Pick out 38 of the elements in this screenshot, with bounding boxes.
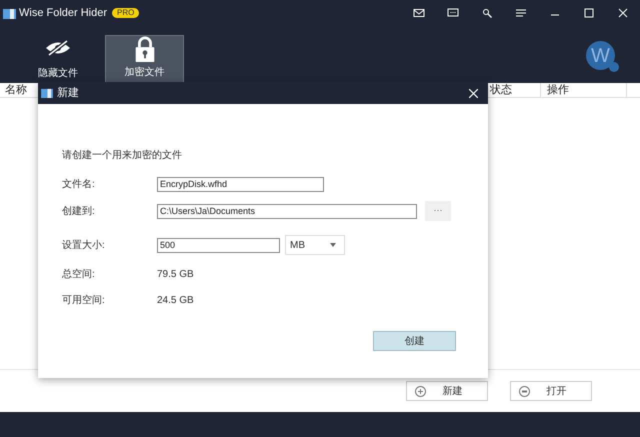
info-label: 可用空间: <box>62 294 106 308</box>
column-header[interactable]: 状态 <box>490 83 512 97</box>
chat-icon[interactable] <box>447 7 459 19</box>
column-header[interactable]: 名称 <box>5 83 27 97</box>
field-label: 创建到: <box>62 204 96 218</box>
button[interactable]: 新建 <box>406 381 488 401</box>
field-label: 文件名: <box>62 178 96 192</box>
close-icon[interactable] <box>617 7 629 19</box>
mail-icon[interactable] <box>413 7 425 19</box>
folder-icon <box>3 8 16 18</box>
folder-icon <box>41 88 53 98</box>
browse-button[interactable]: ··· <box>425 201 451 221</box>
caret-icon <box>330 243 336 247</box>
minus-circle-icon <box>519 386 530 396</box>
field-label: 设置大小: <box>62 238 106 252</box>
padlock-icon <box>132 36 156 62</box>
pro-badge: PRO <box>112 8 140 18</box>
tab[interactable]: 隐藏文件 <box>26 35 90 83</box>
unit-value: MB <box>290 238 305 252</box>
plus-icon <box>415 386 426 396</box>
maximize-icon[interactable] <box>583 7 595 19</box>
info-value: 79.5 GB <box>157 268 194 282</box>
file-name-field[interactable]: EncrypDisk.wfhd <box>157 176 324 192</box>
tab[interactable]: 加密文件 <box>105 35 184 83</box>
location-field[interactable]: C:\Users\Ja\Documents <box>157 204 417 218</box>
create-button[interactable]: 创建 <box>373 331 456 351</box>
menu-icon[interactable] <box>515 7 527 19</box>
button[interactable]: 打开 <box>510 381 592 401</box>
close-icon[interactable] <box>469 88 478 98</box>
window-title: Wise Folder Hider <box>19 6 108 21</box>
info-label: 总空间: <box>62 268 96 282</box>
column-header[interactable]: 操作 <box>547 83 569 97</box>
info-value: 24.5 GB <box>157 294 194 308</box>
dialog-title: 新建 <box>57 86 79 101</box>
hidden-eye-icon <box>45 40 71 56</box>
prompt-text: 请创建一个用来加密的文件 <box>62 149 183 163</box>
size-field[interactable]: 500 <box>157 238 280 252</box>
unit-dropdown[interactable]: MB <box>285 235 345 255</box>
